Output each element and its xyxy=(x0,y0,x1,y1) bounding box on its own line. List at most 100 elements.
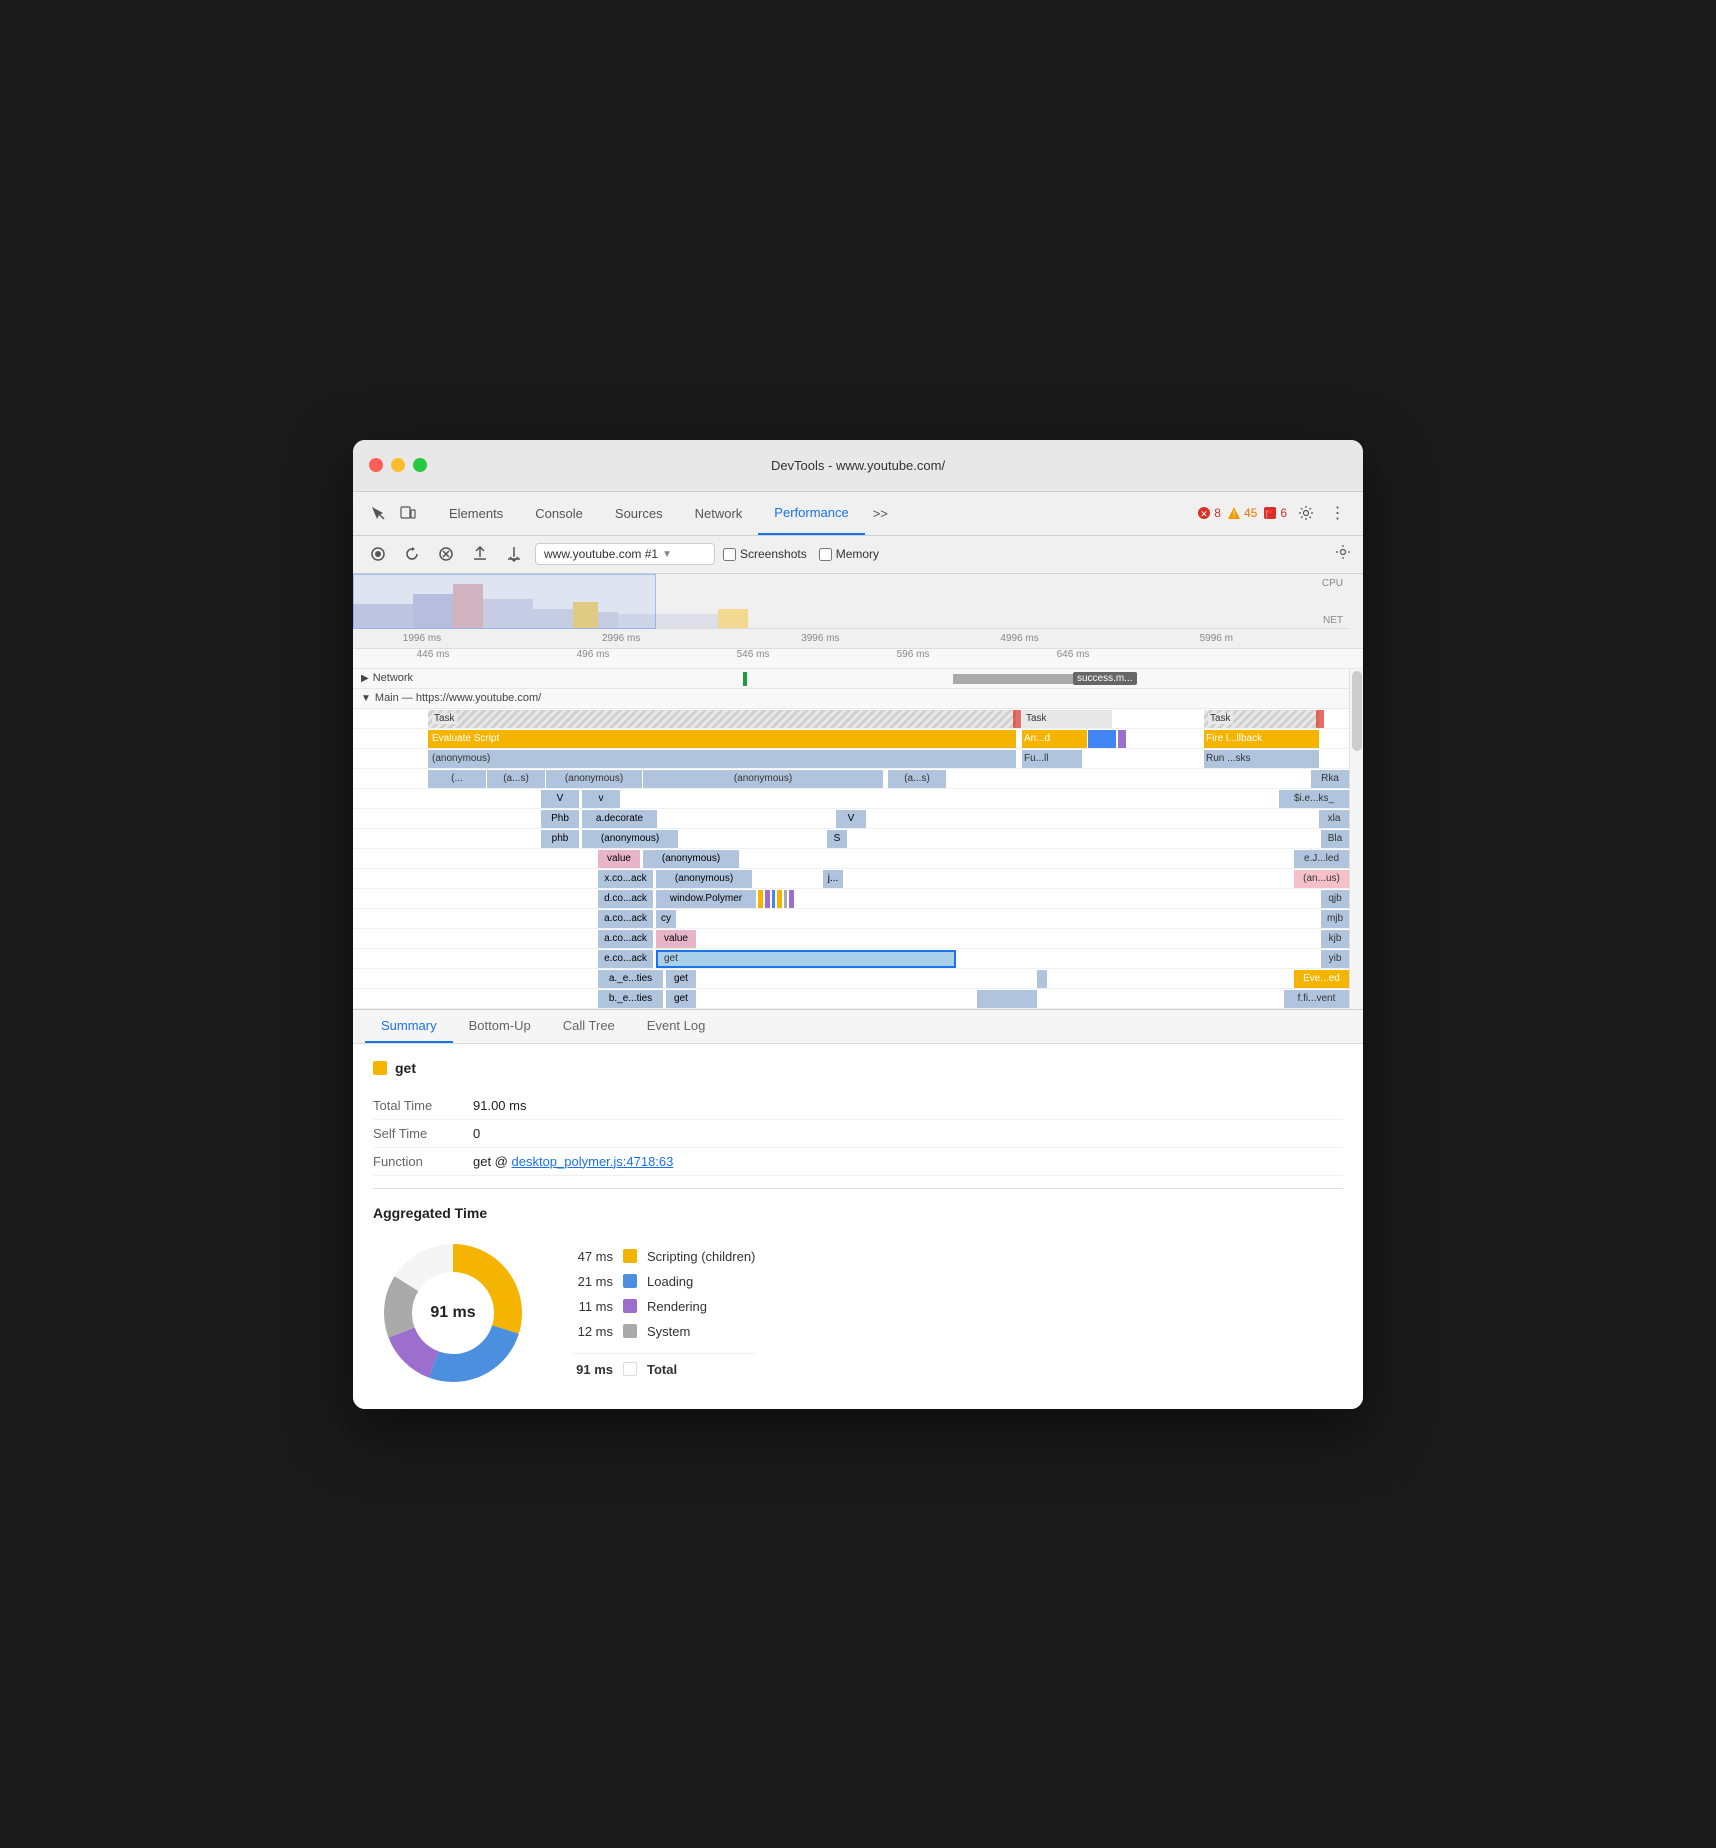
timeline-overview[interactable]: 1996 ms 2996 ms 3996 ms 4996 ms 5996 m C… xyxy=(353,574,1363,649)
evaluate-script-row[interactable]: Evaluate Script An...d Fire l...llback xyxy=(353,729,1363,749)
mjb-bar[interactable]: mjb xyxy=(1321,910,1349,928)
anon-bar-1[interactable]: (anonymous) xyxy=(428,750,1016,768)
xla-bar[interactable]: xla xyxy=(1319,810,1349,828)
phb-row[interactable]: Phb a.decorate V xla xyxy=(353,809,1363,829)
clear-button[interactable] xyxy=(433,541,459,567)
eval-script-bar-2[interactable]: An...d xyxy=(1022,730,1087,748)
v-bar-right[interactable]: V xyxy=(836,810,866,828)
scrollbar-thumb[interactable] xyxy=(1352,671,1362,751)
task-bar-1[interactable]: Task xyxy=(428,710,1016,728)
right-item-rka[interactable]: Rka xyxy=(1311,770,1349,788)
task-row[interactable]: Task Task Task xyxy=(353,709,1363,729)
col-item-3[interactable]: (anonymous) xyxy=(546,770,642,788)
expand-main-icon[interactable]: ▼ xyxy=(361,693,371,704)
eval-script-bar-5[interactable]: Fire l...llback xyxy=(1204,730,1319,748)
tab-sources[interactable]: Sources xyxy=(599,491,679,535)
v-bar-2[interactable]: v xyxy=(582,790,620,808)
tab-network[interactable]: Network xyxy=(679,491,759,535)
tab-console[interactable]: Console xyxy=(519,491,599,535)
anus-bar[interactable]: (an...us) xyxy=(1294,870,1349,888)
record-button[interactable] xyxy=(365,541,391,567)
multi-col-row-1[interactable]: (... (a...s) (anonymous) (anonymous) (a.… xyxy=(353,769,1363,789)
ae-get-row[interactable]: a._e...ties get Eve...ed xyxy=(353,969,1363,989)
tab-event-log[interactable]: Event Log xyxy=(631,1010,722,1043)
device-toggle-icon[interactable] xyxy=(395,500,421,526)
anon-bar-2[interactable]: Fu...ll xyxy=(1022,750,1082,768)
scrollbar[interactable] xyxy=(1349,669,1363,1009)
error-badge[interactable]: ✕ 8 xyxy=(1197,506,1221,520)
eval-script-bar-1[interactable]: Evaluate Script xyxy=(428,730,1016,748)
tab-summary[interactable]: Summary xyxy=(365,1010,453,1043)
get-be-bar[interactable]: get xyxy=(666,990,696,1008)
tab-call-tree[interactable]: Call Tree xyxy=(547,1010,631,1043)
info-badge[interactable]: 🚩 6 xyxy=(1263,506,1287,520)
be-bar[interactable]: b._e...ties xyxy=(598,990,663,1008)
polymer-bar[interactable]: window.Polymer xyxy=(656,890,756,908)
s-bar[interactable]: S xyxy=(827,830,847,848)
get-bar-selected[interactable]: get xyxy=(656,950,956,968)
maximize-button[interactable] xyxy=(413,458,427,472)
settings-icon[interactable] xyxy=(1293,500,1319,526)
more-options-icon[interactable]: ⋮ xyxy=(1325,500,1351,526)
acoack-cy-row[interactable]: a.co...ack cy mjb xyxy=(353,909,1363,929)
reload-record-button[interactable] xyxy=(399,541,425,567)
col-item-1[interactable]: (... xyxy=(428,770,486,788)
anon-val-bar[interactable]: (anonymous) xyxy=(643,850,739,868)
bla-bar[interactable]: Bla xyxy=(1321,830,1349,848)
col-item-2[interactable]: (a...s) xyxy=(487,770,545,788)
acoack-cy-bar[interactable]: a.co...ack xyxy=(598,910,653,928)
anon-xco-bar[interactable]: (anonymous) xyxy=(656,870,752,888)
tab-elements[interactable]: Elements xyxy=(433,491,519,535)
warning-badge[interactable]: ! 45 xyxy=(1227,506,1257,520)
memory-checkbox[interactable]: Memory xyxy=(819,547,879,561)
network-track-row[interactable]: ▶ Network success.m... xyxy=(353,669,1363,689)
value-bar-1[interactable]: value xyxy=(598,850,640,868)
anon-lower-bar[interactable]: (anonymous) xyxy=(582,830,678,848)
inspect-icon[interactable] xyxy=(365,500,391,526)
phb-bar[interactable]: Phb xyxy=(541,810,579,828)
value-row[interactable]: value (anonymous) e.J...led xyxy=(353,849,1363,869)
anonymous-row[interactable]: (anonymous) Fu...ll Run ...sks xyxy=(353,749,1363,769)
val-pink-bar[interactable]: value xyxy=(656,930,696,948)
anon-bar-3[interactable]: Run ...sks xyxy=(1204,750,1319,768)
download-button[interactable] xyxy=(501,541,527,567)
eval-script-bar-4[interactable] xyxy=(1118,730,1126,748)
ecoack-bar[interactable]: e.co...ack xyxy=(598,950,653,968)
ecoack-get-row[interactable]: e.co...ack get yib xyxy=(353,949,1363,969)
ffvent-bar[interactable]: f.fi...vent xyxy=(1284,990,1349,1008)
v-row[interactable]: V v $i.e...ks_ xyxy=(353,789,1363,809)
acoack-val-bar[interactable]: a.co...ack xyxy=(598,930,653,948)
task-bar-3[interactable]: Task xyxy=(1204,710,1319,728)
qjb-bar[interactable]: qjb xyxy=(1321,890,1349,908)
col-item-4[interactable]: (anonymous) xyxy=(643,770,883,788)
screenshots-checkbox[interactable]: Screenshots xyxy=(723,547,807,561)
v-bar[interactable]: V xyxy=(541,790,579,808)
get-ae-bar[interactable]: get xyxy=(666,970,696,988)
phb-lower-row[interactable]: phb (anonymous) S Bla xyxy=(353,829,1363,849)
minimize-button[interactable] xyxy=(391,458,405,472)
phb-lower-bar[interactable]: phb xyxy=(541,830,579,848)
url-selector[interactable]: www.youtube.com #1 ▼ xyxy=(535,543,715,565)
be-get-row[interactable]: b._e...ties get f.fi...vent xyxy=(353,989,1363,1009)
kjb-bar[interactable]: kjb xyxy=(1321,930,1349,948)
cy-bar[interactable]: cy xyxy=(656,910,676,928)
yib-bar[interactable]: yib xyxy=(1321,950,1349,968)
eval-script-bar-3[interactable] xyxy=(1088,730,1116,748)
decorate-bar[interactable]: a.decorate xyxy=(582,810,657,828)
j-bar[interactable]: j... xyxy=(823,870,843,888)
xcoack-bar[interactable]: x.co...ack xyxy=(598,870,653,888)
more-tabs-button[interactable]: >> xyxy=(865,506,896,521)
main-track-row[interactable]: ▼ Main — https://www.youtube.com/ xyxy=(353,689,1363,709)
eveed-bar[interactable]: Eve...ed xyxy=(1294,970,1349,988)
function-link[interactable]: desktop_polymer.js:4718:63 xyxy=(512,1154,674,1169)
ks-bar[interactable]: $i.e...ks_ xyxy=(1279,790,1349,808)
perf-settings-icon[interactable] xyxy=(1335,544,1351,565)
dcoack-row[interactable]: d.co...ack window.Polymer qjb xyxy=(353,889,1363,909)
col-item-5[interactable]: (a...s) xyxy=(888,770,946,788)
close-button[interactable] xyxy=(369,458,383,472)
task-bar-2[interactable]: Task xyxy=(1022,710,1112,728)
xcoack-row[interactable]: x.co...ack (anonymous) j... (an...us) xyxy=(353,869,1363,889)
acoack-val-row[interactable]: a.co...ack value kjb xyxy=(353,929,1363,949)
timeline-selection[interactable] xyxy=(353,574,656,629)
ae-bar[interactable]: a._e...ties xyxy=(598,970,663,988)
